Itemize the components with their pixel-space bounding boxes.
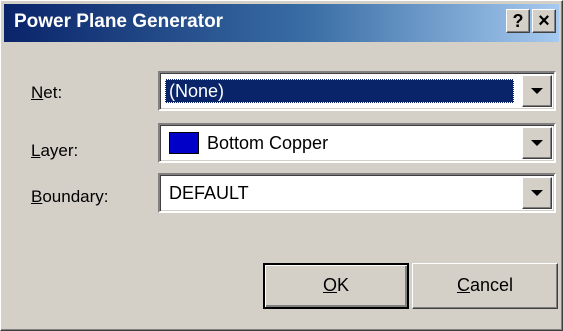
layer-dropdown-button[interactable] (522, 127, 552, 159)
boundary-label-hotkey: B (31, 187, 43, 206)
layer-label: Layer: (31, 141, 78, 161)
cancel-button[interactable]: Cancel (412, 263, 558, 309)
ok-button[interactable]: OK (263, 263, 409, 309)
boundary-label-text: oundary: (42, 187, 109, 206)
layer-label-text: ayer: (40, 141, 79, 160)
boundary-select[interactable]: DEFAULT (158, 173, 556, 213)
net-label-hotkey: N (31, 83, 44, 102)
layer-select-value: Bottom Copper (165, 131, 332, 155)
net-select-value: (None) (165, 79, 514, 103)
net-label: Net: (31, 83, 62, 103)
boundary-dropdown-button[interactable] (522, 177, 552, 209)
net-select[interactable]: (None) (158, 71, 556, 111)
net-label-text: et: (43, 83, 63, 102)
cancel-label: ancel (469, 275, 514, 295)
net-dropdown-button[interactable] (522, 75, 552, 107)
help-button[interactable]: ? (506, 9, 530, 33)
cancel-hotkey: C (456, 275, 470, 295)
boundary-label: Boundary: (31, 187, 109, 207)
layer-select[interactable]: Bottom Copper (158, 123, 556, 163)
layer-color-swatch (169, 132, 199, 155)
title-bar[interactable]: Power Plane Generator ? × (4, 4, 559, 42)
layer-select-text: Bottom Copper (207, 133, 329, 153)
ok-hotkey: O (322, 275, 337, 295)
close-button[interactable]: × (532, 9, 556, 33)
dialog-title: Power Plane Generator (14, 11, 224, 32)
power-plane-generator-dialog: Power Plane Generator ? × Net: (None) La… (0, 0, 563, 331)
ok-label: K (337, 275, 350, 295)
boundary-select-value: DEFAULT (169, 183, 249, 203)
